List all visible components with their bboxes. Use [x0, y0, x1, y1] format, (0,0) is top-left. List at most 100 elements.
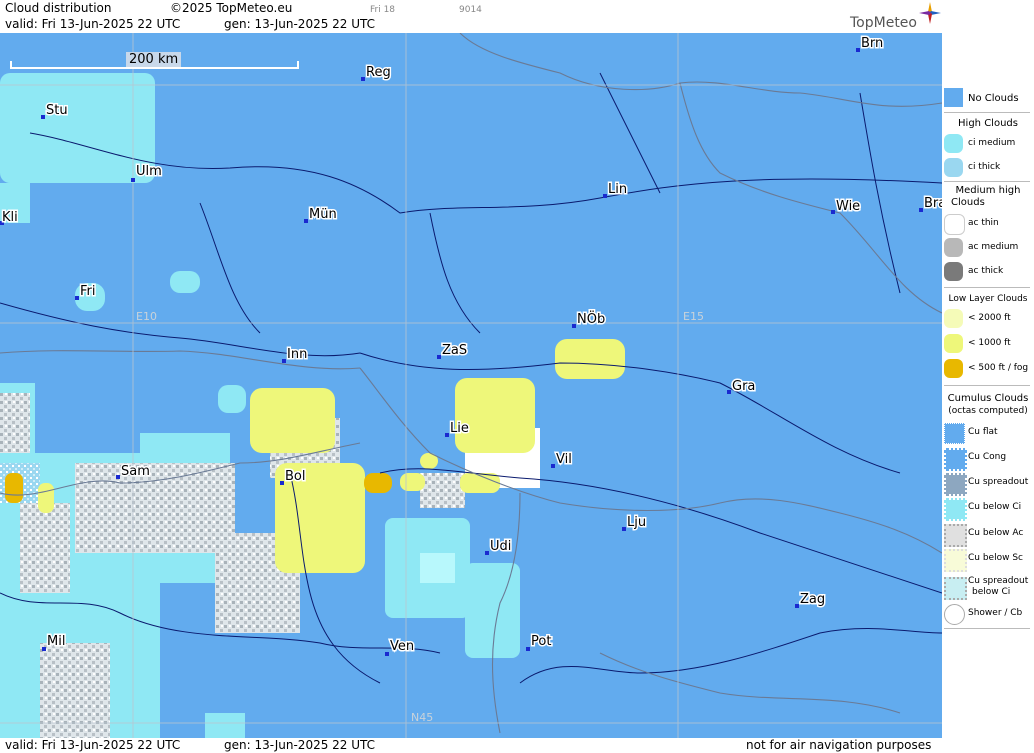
forecast-day: Fri 18: [370, 5, 396, 15]
legend-lt500-fog: < 500 ft / fog: [942, 359, 1034, 381]
svg-text:Udi: Udi: [490, 539, 511, 554]
map-title: Cloud distribution: [5, 1, 112, 15]
legend-high-clouds-heading: High Clouds: [958, 118, 1018, 129]
legend-ci-medium: ci medium: [942, 134, 1034, 156]
grid-label-e15: E15: [683, 310, 704, 323]
legend-ac-medium: ac medium: [942, 238, 1034, 260]
legend-cumulus-heading-2: (octas computed): [948, 406, 1028, 416]
svg-text:Zag: Zag: [800, 592, 825, 607]
city-brn: Brn: [856, 35, 885, 53]
city-lju: Lju: [622, 514, 648, 532]
legend-cu-below-sc: Cu below Sc: [942, 549, 1034, 572]
legend-lt1000: < 1000 ft: [942, 334, 1034, 356]
map-header: Cloud distribution ©2025 TopMeteo.eu Fri…: [0, 0, 942, 33]
legend-ci-thick: ci thick: [942, 158, 1034, 180]
legend-cu-flat: Cu flat: [942, 423, 1034, 445]
city-lie: Lie: [445, 420, 470, 438]
svg-text:Sam: Sam: [121, 464, 150, 479]
svg-text:Pot: Pot: [531, 634, 551, 649]
cu-spreadout-swatch: [944, 473, 967, 496]
cu-cong-swatch: [944, 448, 967, 471]
svg-text:Reg: Reg: [366, 65, 391, 80]
city-zas: ZaS: [437, 342, 469, 360]
svg-text:Kli: Kli: [2, 210, 18, 225]
svg-text:Mil: Mil: [47, 634, 65, 649]
grid-label-e10: E10: [136, 310, 157, 323]
grid-label-n45: N45: [411, 711, 433, 724]
city-lin: Lin: [603, 181, 629, 199]
svg-text:NÖb: NÖb: [577, 310, 605, 327]
city-inn: Inn: [282, 346, 309, 364]
legend-cumulus-heading-1: Cumulus Clouds: [947, 393, 1029, 404]
city-ven: Ven: [385, 638, 416, 656]
legend-medium-high-heading-2: Clouds: [951, 197, 985, 208]
svg-text:Lin: Lin: [608, 182, 627, 197]
legend-ac-thin: ac thin: [942, 214, 1034, 236]
legend-shower-cb: Shower / Cb: [942, 604, 1034, 626]
legend-low-layer-heading: Low Layer Clouds: [948, 294, 1028, 304]
city-reg: Reg: [361, 64, 392, 82]
lt1000-swatch: [944, 334, 963, 353]
svg-text:Lju: Lju: [627, 515, 646, 530]
topmeteo-logo: TopMeteo: [850, 15, 917, 31]
svg-text:Bol: Bol: [285, 469, 305, 484]
forecast-code: 9014: [459, 5, 482, 15]
shower-cb-swatch: [944, 604, 965, 625]
cu-below-ac-swatch: [944, 524, 967, 547]
city-kli: Kli: [0, 209, 19, 227]
svg-text:Brn: Brn: [861, 36, 883, 51]
legend-cu-below-ac: Cu below Ac: [942, 524, 1034, 547]
city-gra: Gra: [727, 378, 757, 396]
svg-text:Mün: Mün: [309, 207, 337, 222]
map-canvas: E10 E15 N45 Brn Reg Stu Ulm Lin Kli Mün …: [0, 33, 942, 738]
svg-text:Vil: Vil: [556, 452, 572, 467]
fog-swatch: [944, 359, 963, 378]
city-nob: NÖb: [572, 309, 607, 329]
cu-flat-swatch: [944, 423, 965, 444]
city-zag: Zag: [795, 591, 827, 609]
legend-cu-spreadout: Cu spreadout: [942, 473, 1034, 496]
no-clouds-swatch: [944, 88, 963, 107]
city-mun: Mün: [304, 206, 338, 224]
city-wie: Wie: [831, 198, 862, 216]
ac-thick-swatch: [944, 262, 963, 281]
lt2000-swatch: [944, 309, 963, 328]
svg-text:Gra: Gra: [732, 379, 755, 394]
legend-medium-high-heading-1: Medium high: [955, 185, 1021, 196]
svg-text:ZaS: ZaS: [442, 343, 467, 358]
scale-label: 200 km: [126, 52, 182, 67]
valid-time: valid: Fri 13-Jun-2025 22 UTC: [5, 17, 181, 31]
svg-text:Lie: Lie: [450, 421, 469, 436]
legend-cu-spread-below-ci: Cu spreadout below Ci: [942, 574, 1034, 600]
map-footer: valid: Fri 13-Jun-2025 22 UTC gen: 13-Ju…: [0, 738, 942, 753]
city-bra: Bra: [919, 195, 942, 213]
legend-ac-thick: ac thick: [942, 262, 1034, 284]
city-sam: Sam: [116, 463, 151, 481]
footer-valid-time: valid: Fri 13-Jun-2025 22 UTC: [5, 738, 181, 752]
cu-below-sc-swatch: [944, 549, 967, 572]
ac-thin-swatch: [944, 214, 965, 235]
legend-cu-cong: Cu Cong: [942, 448, 1034, 471]
cu-below-ci-swatch: [944, 498, 967, 521]
copyright-text: ©2025 TopMeteo.eu: [170, 1, 293, 15]
svg-text:Stu: Stu: [46, 103, 68, 118]
navigation-disclaimer: not for air navigation purposes: [746, 738, 932, 752]
legend-no-clouds: No Clouds: [942, 88, 1034, 110]
ci-thick-swatch: [944, 158, 963, 177]
cu-spread-below-ci-swatch: [944, 577, 967, 600]
svg-text:Wie: Wie: [836, 199, 860, 214]
svg-text:Bra: Bra: [924, 196, 942, 211]
city-vil: Vil: [551, 451, 573, 469]
footer-generated-time: gen: 13-Jun-2025 22 UTC: [224, 738, 376, 752]
ci-medium-swatch: [944, 134, 963, 153]
legend-cu-below-ci: Cu below Ci: [942, 498, 1034, 521]
svg-text:Inn: Inn: [287, 347, 307, 362]
svg-text:Ven: Ven: [390, 639, 414, 654]
svg-text:Fri: Fri: [80, 284, 96, 299]
legend-lt2000: < 2000 ft: [942, 309, 1034, 331]
cloud-map[interactable]: E10 E15 N45 Brn Reg Stu Ulm Lin Kli Mün …: [0, 33, 942, 738]
generated-time: gen: 13-Jun-2025 22 UTC: [224, 17, 376, 31]
ac-medium-swatch: [944, 238, 963, 257]
svg-text:Ulm: Ulm: [136, 164, 162, 179]
legend-panel: No Clouds High Clouds ci medium ci thick…: [942, 0, 1034, 753]
